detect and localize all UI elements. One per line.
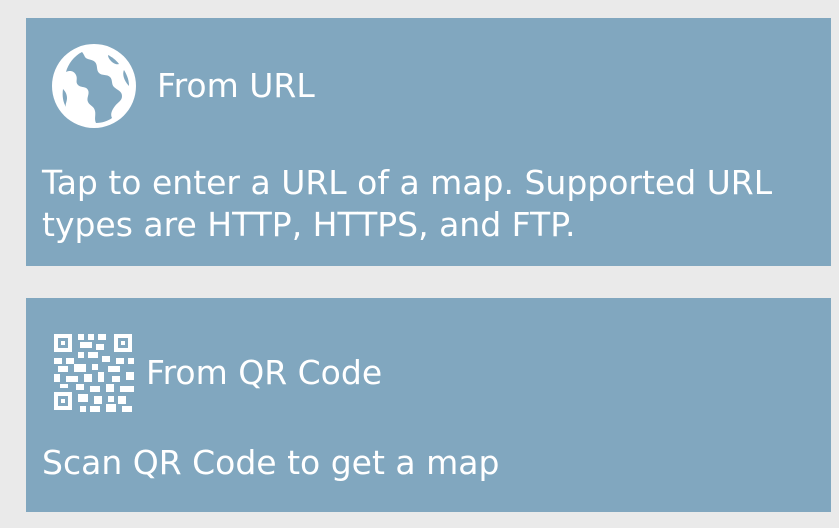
qr-code-icon	[52, 330, 138, 416]
from-qr-code-title: From QR Code	[146, 353, 383, 392]
from-url-description: Tap to enter a URL of a map. Supported U…	[42, 163, 773, 244]
from-qr-code-description: Scan QR Code to get a map	[42, 443, 500, 482]
from-url-option[interactable]: From URL Tap to enter a URL of a map. Su…	[26, 18, 831, 266]
globe-icon	[52, 44, 136, 128]
from-url-header: From URL	[52, 44, 315, 128]
from-qr-code-header: From QR Code	[52, 330, 382, 416]
from-url-title: From URL	[157, 66, 315, 105]
from-qr-code-option[interactable]: From QR Code Scan QR Code to get a map	[26, 298, 831, 512]
